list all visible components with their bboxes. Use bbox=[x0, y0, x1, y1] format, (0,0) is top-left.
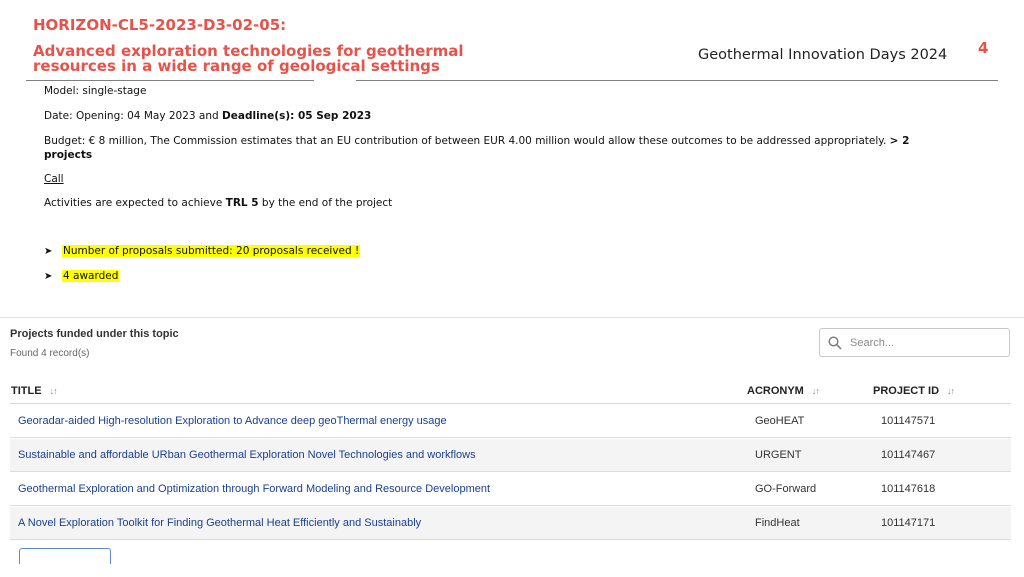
column-title-label: TITLE bbox=[11, 385, 42, 397]
search-placeholder: Search... bbox=[850, 336, 895, 349]
budget-projects-count: > 2 bbox=[889, 135, 910, 147]
trl-level: TRL 5 bbox=[225, 197, 259, 209]
date-text: Date: Opening: 04 May 2023 and bbox=[44, 110, 223, 122]
project-acronym: GO-Forward bbox=[755, 483, 817, 495]
bullet-proposals: ➤ Number of proposals submitted: 20 prop… bbox=[44, 245, 361, 257]
pagination-button[interactable] bbox=[19, 548, 111, 564]
column-header-project-id[interactable]: PROJECT ID ↓↑ bbox=[873, 385, 955, 397]
call-link[interactable]: Call bbox=[44, 173, 64, 185]
arrow-bullet-icon: ➤ bbox=[44, 245, 53, 257]
table-row[interactable]: A Novel Exploration Toolkit for Finding … bbox=[10, 507, 1011, 540]
project-id: 101147171 bbox=[881, 517, 936, 529]
table-row[interactable]: Geothermal Exploration and Optimization … bbox=[10, 473, 1011, 506]
project-id: 101147467 bbox=[881, 449, 936, 461]
project-title-link[interactable]: Georadar-aided High-resolution Explorati… bbox=[18, 415, 447, 427]
budget-text: Budget: € 8 million, The Commission esti… bbox=[44, 135, 890, 147]
table-row[interactable]: Georadar-aided High-resolution Explorati… bbox=[10, 405, 1011, 438]
panel-heading: Projects funded under this topic bbox=[10, 328, 179, 340]
search-icon bbox=[828, 335, 842, 350]
column-project-id-label: PROJECT ID bbox=[873, 385, 940, 397]
sort-arrows-icon[interactable]: ↓↑ bbox=[50, 386, 58, 396]
record-count: Found 4 record(s) bbox=[10, 348, 90, 359]
arrow-bullet-icon: ➤ bbox=[44, 270, 53, 282]
trl-line: Activities are expected to achieve TRL 5… bbox=[44, 197, 392, 209]
model-line: Model: single-stage bbox=[44, 85, 147, 97]
bullet-awarded: ➤ 4 awarded bbox=[44, 270, 120, 282]
deadline-text: Deadline(s): 05 Sep 2023 bbox=[222, 110, 372, 122]
trl-suffix: by the end of the project bbox=[258, 197, 393, 209]
project-acronym: URGENT bbox=[755, 449, 802, 461]
project-id: 101147618 bbox=[881, 483, 936, 495]
table-row[interactable]: Sustainable and affordable URban Geother… bbox=[10, 439, 1011, 472]
table-header-divider bbox=[10, 403, 1011, 404]
project-title-link[interactable]: Sustainable and affordable URban Geother… bbox=[18, 449, 476, 461]
project-acronym: FindHeat bbox=[755, 517, 800, 529]
search-input[interactable]: Search... bbox=[819, 328, 1010, 357]
project-id: 101147571 bbox=[881, 415, 936, 427]
sort-arrows-icon[interactable]: ↓↑ bbox=[947, 386, 955, 396]
topic-title: Advanced exploration technologies for ge… bbox=[33, 42, 464, 75]
project-title-link[interactable]: A Novel Exploration Toolkit for Finding … bbox=[18, 517, 421, 529]
header-divider bbox=[356, 80, 998, 81]
project-acronym: GeoHEAT bbox=[755, 415, 805, 427]
date-line: Date: Opening: 04 May 2023 and Deadline(… bbox=[44, 110, 371, 122]
topic-code: HORIZON-CL5-2023-D3-02-05: bbox=[33, 16, 287, 34]
page-number: 4 bbox=[978, 39, 989, 57]
bullet-text: Number of proposals submitted: 20 propos… bbox=[62, 245, 361, 257]
trl-prefix: Activities are expected to achieve bbox=[44, 197, 226, 209]
column-header-title[interactable]: TITLE ↓↑ bbox=[11, 385, 58, 397]
budget-line: Budget: € 8 million, The Commission esti… bbox=[44, 134, 914, 162]
project-title-link[interactable]: Geothermal Exploration and Optimization … bbox=[18, 483, 490, 495]
column-acronym-label: ACRONYM bbox=[747, 385, 804, 397]
event-name: Geothermal Innovation Days 2024 bbox=[698, 47, 948, 63]
bullet-text: 4 awarded bbox=[62, 270, 120, 282]
budget-projects-word: projects bbox=[44, 149, 93, 161]
sort-arrows-icon[interactable]: ↓↑ bbox=[812, 386, 820, 396]
title-underline bbox=[26, 80, 314, 81]
column-header-acronym[interactable]: ACRONYM ↓↑ bbox=[747, 385, 820, 397]
